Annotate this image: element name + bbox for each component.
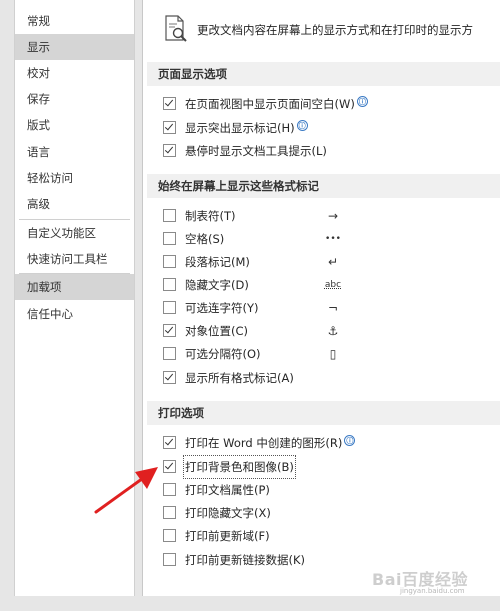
checkbox[interactable]: [163, 278, 176, 291]
info-icon: ⓘ: [296, 120, 308, 131]
sidebar-item-accessibility[interactable]: 轻松访问: [15, 165, 134, 191]
checkbox[interactable]: [163, 460, 176, 473]
display-options-panel: 更改文档内容在屏幕上的显示方式和在打印时的显示方 页面显示选项 在页面视图中显示…: [142, 0, 500, 596]
option-label: 打印前更新链接数据(K): [185, 553, 306, 567]
checkbox[interactable]: [163, 301, 176, 314]
sidebar-item-trust-center[interactable]: 信任中心: [15, 301, 134, 327]
optional-break-icon: ▯: [329, 347, 337, 361]
optional-hyphen-icon: ¬: [327, 301, 339, 315]
sidebar-item-save[interactable]: 保存: [15, 86, 134, 112]
option-label: 制表符(T): [185, 209, 236, 223]
anchor-icon: ⚓: [327, 324, 339, 338]
sidebar-item-general[interactable]: 常规: [15, 8, 134, 34]
checkbox[interactable]: [163, 371, 176, 384]
sidebar-item-quick-access-toolbar[interactable]: 快速访问工具栏: [15, 246, 134, 272]
panel-description: 更改文档内容在屏幕上的显示方式和在打印时的显示方: [197, 23, 473, 37]
window-edge: [0, 0, 14, 611]
sidebar-item-customize-ribbon[interactable]: 自定义功能区: [15, 220, 134, 246]
option-label: 可选连字符(Y): [185, 301, 259, 315]
pane-divider: [135, 0, 142, 596]
sidebar-item-language[interactable]: 语言: [15, 139, 134, 165]
checkbox[interactable]: [163, 347, 176, 360]
checkbox[interactable]: [163, 529, 176, 542]
sidebar-item-display[interactable]: 显示: [15, 34, 134, 60]
word-options-dialog: 常规 显示 校对 保存 版式 语言 轻松访问 高级 自定义功能区 快速访问工具栏…: [0, 0, 500, 611]
section-formatting-marks: 始终在屏幕上显示这些格式标记: [147, 174, 500, 198]
checkbox[interactable]: [163, 506, 176, 519]
checkbox[interactable]: [163, 97, 176, 110]
paragraph-mark-icon: ↵: [327, 255, 339, 269]
option-label: 打印在 Word 中创建的图形(R): [185, 436, 343, 450]
tab-arrow-icon: →: [327, 209, 339, 223]
info-icon: ⓘ: [344, 435, 356, 446]
option-label: 对象位置(C): [185, 324, 249, 338]
option-label: 显示突出显示标记(H): [185, 121, 295, 135]
checkbox[interactable]: [163, 121, 176, 134]
section-page-display-options: 页面显示选项: [147, 62, 500, 86]
space-dots-icon: •••: [325, 234, 341, 244]
option-label: 可选分隔符(O): [185, 347, 261, 361]
checkbox[interactable]: [163, 144, 176, 157]
watermark-url: jingyan.baidu.com: [400, 587, 465, 595]
option-label: 在页面视图中显示页面间空白(W): [185, 97, 355, 111]
option-label: 打印背景色和图像(B): [183, 455, 296, 479]
checkbox[interactable]: [163, 553, 176, 566]
checkbox[interactable]: [163, 436, 176, 449]
sidebar-item-advanced[interactable]: 高级: [15, 191, 134, 217]
options-sidebar: 常规 显示 校对 保存 版式 语言 轻松访问 高级 自定义功能区 快速访问工具栏…: [14, 0, 135, 596]
option-label: 打印文档属性(P): [185, 483, 270, 497]
option-label: 打印隐藏文字(X): [185, 506, 271, 520]
option-label: 空格(S): [185, 232, 225, 246]
sidebar-item-proofing[interactable]: 校对: [15, 60, 134, 86]
option-label: 隐藏文字(D): [185, 278, 249, 292]
section-printing-options: 打印选项: [147, 401, 500, 425]
option-label: 悬停时显示文档工具提示(L): [185, 144, 327, 158]
option-label: 显示所有格式标记(A): [185, 371, 294, 385]
checkbox[interactable]: [163, 483, 176, 496]
info-icon: ⓘ: [356, 96, 368, 107]
sidebar-item-addins[interactable]: 加载项: [15, 274, 134, 300]
document-magnifier-icon: [165, 15, 187, 42]
window-bottom-edge: [0, 596, 500, 611]
sidebar-item-layout[interactable]: 版式: [15, 112, 134, 138]
option-label: 段落标记(M): [185, 255, 250, 269]
checkbox[interactable]: [163, 255, 176, 268]
checkbox[interactable]: [163, 324, 176, 337]
option-label: 打印前更新域(F): [185, 529, 270, 543]
checkbox[interactable]: [163, 232, 176, 245]
checkbox[interactable]: [163, 209, 176, 222]
hidden-text-icon: abc: [324, 280, 342, 290]
